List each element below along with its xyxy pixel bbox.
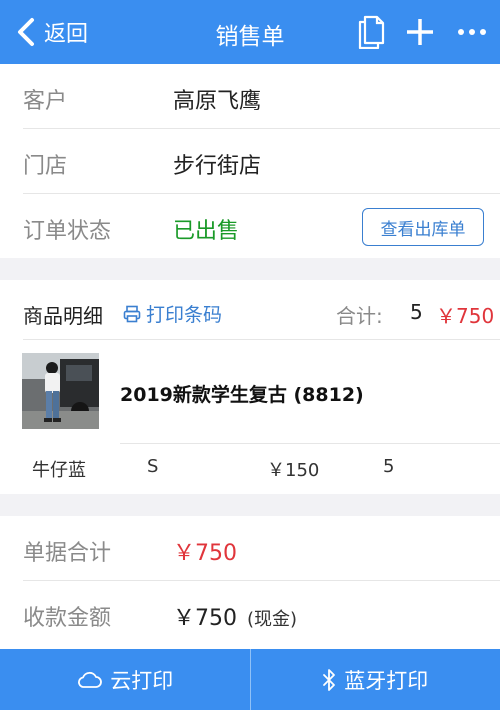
store-label: 门店 [23, 154, 68, 179]
divider [120, 443, 500, 444]
bill-total-label: 单据合计 [23, 541, 112, 566]
variant-quantity: 5 [383, 456, 395, 477]
customer-row: 客户 高原飞鹰 [0, 64, 500, 129]
view-outbound-button[interactable]: 查看出库单 [362, 208, 484, 246]
variant-price: ￥150 [267, 460, 320, 481]
more-icon[interactable] [455, 14, 489, 50]
bluetooth-icon [323, 668, 336, 691]
total-label: 合计: [336, 304, 383, 328]
back-button[interactable]: 返回 [16, 14, 88, 50]
printer-icon [123, 305, 141, 322]
total-amount: ￥750 [436, 304, 495, 328]
status-value: 已出售 [173, 219, 240, 244]
back-label: 返回 [44, 22, 89, 47]
product-thumbnail[interactable] [22, 353, 99, 429]
payment-method: (现金) [247, 609, 298, 630]
bottom-action-bar: 云打印 蓝牙打印 [0, 649, 500, 710]
summary-section: 单据合计 ￥750 收款金额 ￥750 (现金) [0, 516, 500, 649]
detail-title: 商品明细 [23, 304, 103, 328]
detail-header: 商品明细 打印条码 合计: 5 ￥750 [0, 280, 500, 340]
status-row: 订单状态 已出售 查看出库单 [0, 194, 500, 259]
bluetooth-print-button[interactable]: 蓝牙打印 [251, 649, 500, 710]
cloud-icon [78, 671, 103, 688]
nav-bar: 返回 销售单 [0, 0, 500, 64]
received-amount: ￥750 (现金) [173, 600, 297, 632]
divider [23, 339, 500, 340]
cloud-print-button[interactable]: 云打印 [0, 649, 250, 710]
print-barcode-link[interactable]: 打印条码 [123, 300, 222, 327]
customer-value: 高原飞鹰 [173, 89, 262, 114]
plus-icon[interactable] [403, 14, 437, 50]
variant-size: S [147, 456, 159, 477]
store-value: 步行街店 [173, 154, 262, 179]
variant-color: 牛仔蓝 [32, 460, 86, 481]
order-info-section: 客户 高原飞鹰 门店 步行街店 订单状态 已出售 查看出库单 [0, 64, 500, 258]
received-value: ￥750 [173, 606, 237, 631]
store-row: 门店 步行街店 [0, 129, 500, 194]
received-row: 收款金额 ￥750 (现金) [0, 581, 500, 646]
status-label: 订单状态 [23, 219, 112, 244]
document-icon[interactable] [354, 14, 388, 50]
received-label: 收款金额 [23, 606, 112, 631]
chevron-left-icon [18, 18, 34, 46]
print-barcode-label: 打印条码 [146, 304, 223, 326]
bluetooth-print-label: 蓝牙打印 [344, 668, 429, 693]
customer-label: 客户 [23, 89, 68, 114]
product-name[interactable]: 2019新款学生复古 (8812) [120, 380, 364, 407]
bill-total-value: ￥750 [173, 541, 237, 566]
bill-total-row: 单据合计 ￥750 [0, 516, 500, 581]
cloud-print-label: 云打印 [110, 668, 174, 693]
total-quantity: 5 [410, 300, 423, 324]
